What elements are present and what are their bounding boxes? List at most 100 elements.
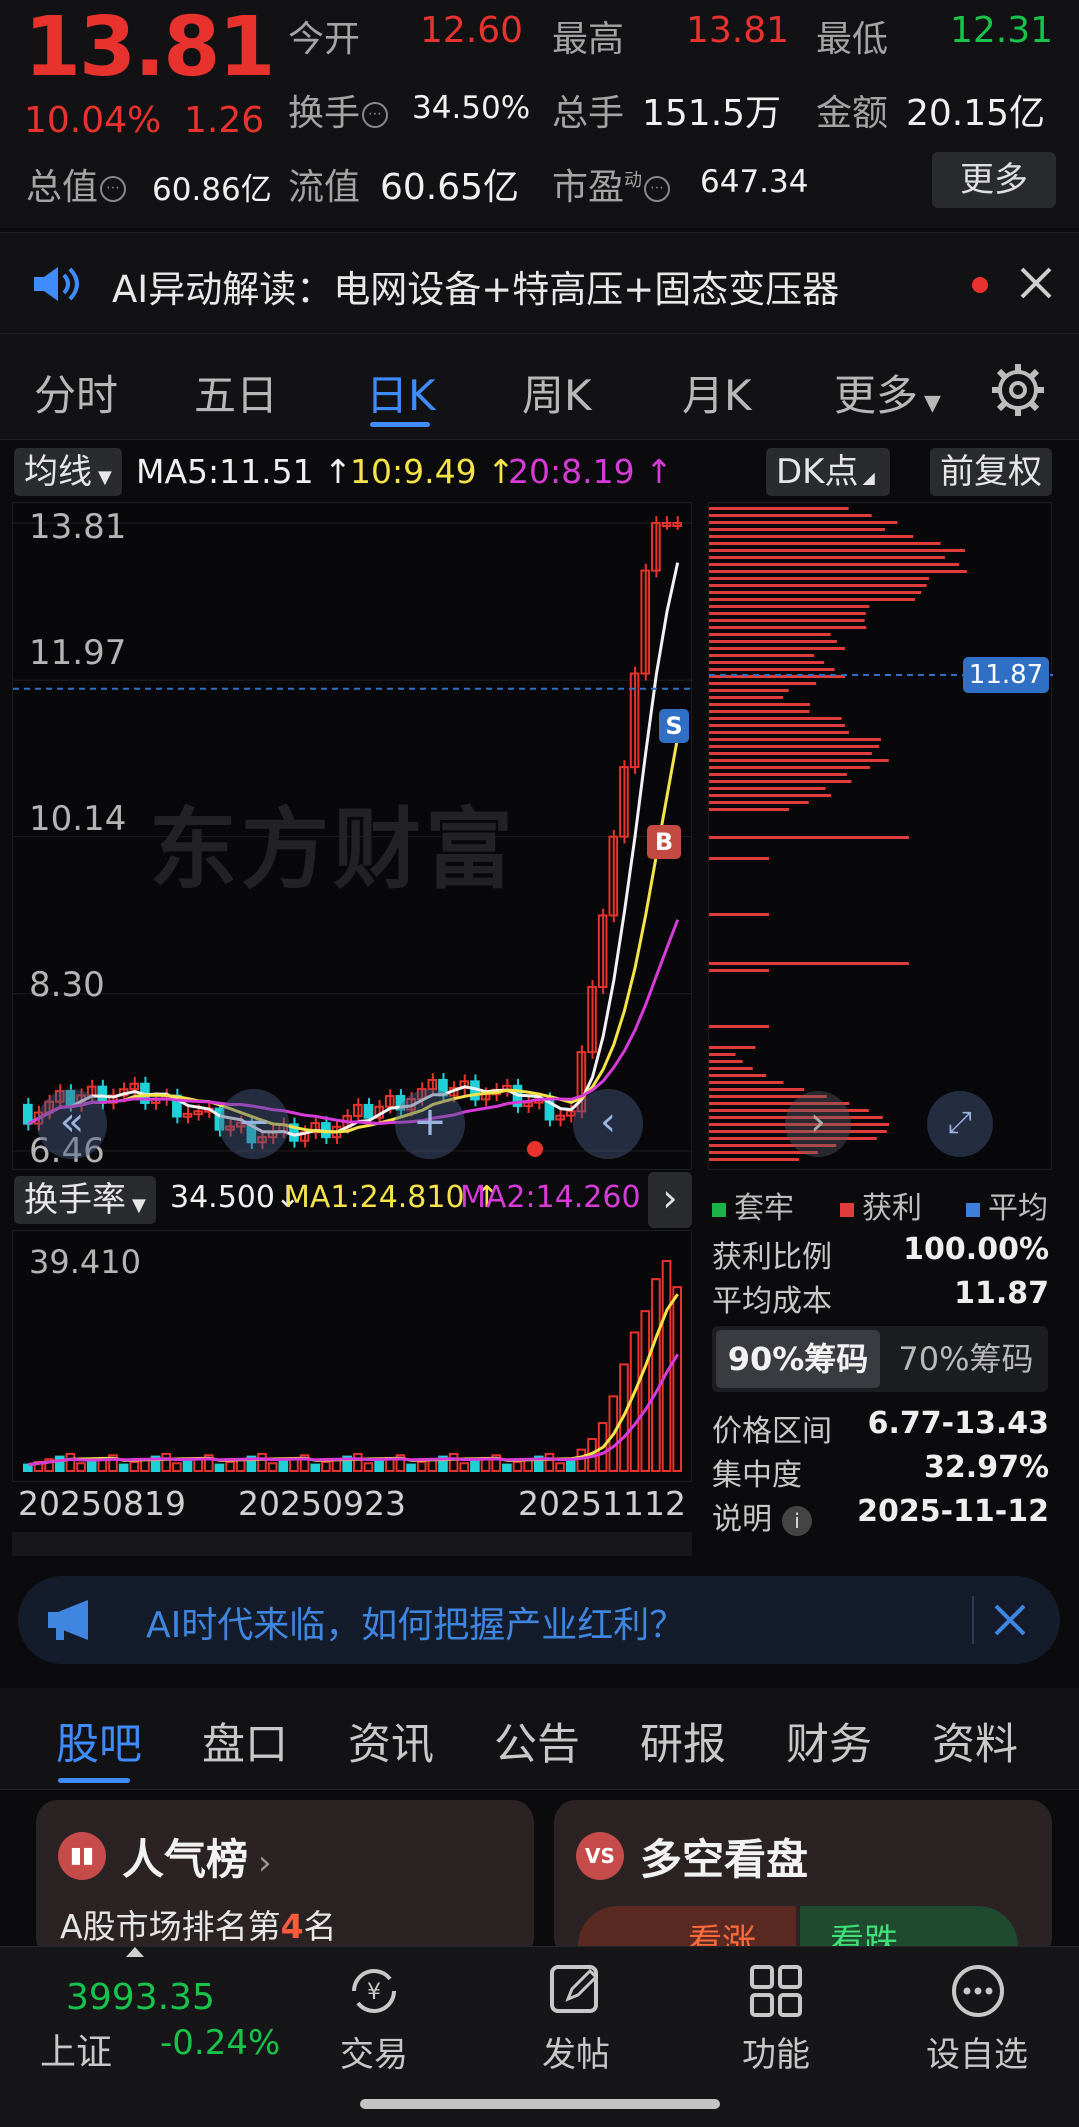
adjust-select[interactable]: 前复权 xyxy=(930,448,1052,496)
tab-pankou[interactable]: 盘口 xyxy=(202,1710,288,1772)
kline-chart[interactable]: 东方财富 13.81 11.97 10.14 8.30 6.46 S B « −… xyxy=(12,502,693,1171)
nav-trade[interactable]: 交易 xyxy=(340,2027,408,2076)
chip-bar xyxy=(709,661,825,664)
expand-icon[interactable]: ⤢ xyxy=(927,1091,993,1157)
y-max-label: 39.410 xyxy=(29,1243,141,1281)
tab-weekly-k[interactable]: 周K xyxy=(522,362,592,423)
turnover-bar xyxy=(129,1460,140,1473)
chevron-right-icon[interactable]: › xyxy=(648,1172,692,1228)
index-value[interactable]: 3993.35 xyxy=(66,1977,215,2018)
divider xyxy=(972,1596,974,1644)
post-icon[interactable] xyxy=(546,1961,606,2021)
y-label: 13.81 xyxy=(29,507,127,547)
open-label: 今开 xyxy=(288,19,361,60)
info-dots-icon[interactable]: ⋯ xyxy=(362,102,389,128)
legend-profit: 获利 xyxy=(840,1183,922,1227)
tab-research[interactable]: 研报 xyxy=(640,1710,726,1772)
longshort-card[interactable]: VS 多空看盘 看涨 看跌 xyxy=(554,1800,1052,1960)
tab-guba[interactable]: 股吧 xyxy=(56,1710,142,1772)
bottom-nav: 3993.35 上证 -0.24% ¥ 交易 发帖 功能 设自选 xyxy=(0,1946,1079,2127)
info-dots-icon[interactable]: ⋯ xyxy=(644,176,671,202)
tab-news[interactable]: 资讯 xyxy=(348,1710,434,1772)
close-icon[interactable] xyxy=(992,1602,1028,1638)
y-label: 10.14 xyxy=(29,799,127,839)
turnover-chart[interactable]: 39.410 xyxy=(12,1230,692,1482)
chip-bar xyxy=(709,1158,800,1161)
turnover-bar xyxy=(416,1460,427,1473)
tab-more[interactable]: 更多 ▼ xyxy=(834,362,941,423)
chevron-right-icon[interactable]: › xyxy=(785,1091,851,1157)
high-value: 13.81 xyxy=(686,10,790,51)
nav-add-watchlist[interactable]: 设自选 xyxy=(926,2027,1028,2076)
chip-bar xyxy=(709,591,922,594)
chip-bar xyxy=(709,542,941,545)
price-range-label: 价格区间 xyxy=(712,1414,832,1449)
zoom-in-button[interactable]: + xyxy=(395,1089,465,1159)
chip-70-button[interactable]: 70%筹码 xyxy=(888,1330,1044,1388)
nav-post[interactable]: 发帖 xyxy=(542,2027,610,2076)
turnover-bar xyxy=(565,1459,576,1473)
turnover-label[interactable]: 换手 ⋯ xyxy=(288,84,389,136)
gear-icon[interactable] xyxy=(990,362,1046,418)
grid-apps-icon[interactable] xyxy=(746,1961,806,2021)
buy-marker[interactable]: B xyxy=(647,825,681,859)
chip-bar xyxy=(709,1088,805,1091)
ai-analysis-bar[interactable]: AI异动解读：电网设备+特高压+固态变压器 xyxy=(0,232,1079,334)
scroll-left-button[interactable]: ‹ xyxy=(573,1089,643,1159)
megaphone-icon xyxy=(48,1600,88,1640)
nav-function[interactable]: 功能 xyxy=(742,2027,810,2076)
tab-announcement[interactable]: 公告 xyxy=(494,1710,580,1772)
index-change: -0.24% xyxy=(160,2023,281,2063)
chip-distribution[interactable]: 11.87 › ⤢ xyxy=(708,502,1053,1170)
avg-cost-value: 11.87 xyxy=(954,1276,1049,1311)
index-name[interactable]: 上证 xyxy=(40,2023,112,2075)
ma20-value: 20:8.19 ↑ xyxy=(508,452,673,491)
tab-profile[interactable]: 资料 xyxy=(932,1710,1018,1772)
turnover-select[interactable]: 换手率 ▼ xyxy=(14,1176,156,1224)
candle xyxy=(363,1103,374,1119)
watermark: 东方财富 xyxy=(149,798,518,901)
chip-90-button[interactable]: 90%筹码 xyxy=(716,1330,880,1388)
chip-bar xyxy=(709,528,885,531)
chip-bar xyxy=(709,1067,753,1070)
tab-finance[interactable]: 财务 xyxy=(786,1710,872,1772)
chip-bar xyxy=(709,514,872,517)
turnover-ma-line xyxy=(28,1293,679,1467)
note-label[interactable]: 说明 i xyxy=(712,1494,812,1538)
info-icon[interactable]: i xyxy=(782,1505,812,1536)
turnover-bar xyxy=(406,1463,416,1472)
turnover-bar xyxy=(278,1459,289,1473)
more-quote-button[interactable]: 更多 xyxy=(932,152,1056,208)
info-dots-icon[interactable]: ⋯ xyxy=(100,176,127,202)
turnover-bar xyxy=(214,1463,225,1472)
amount-value: 20.15亿 xyxy=(906,93,1046,134)
legend-average: 平均 xyxy=(966,1183,1048,1227)
legend-swatch xyxy=(840,1202,854,1217)
ai-era-banner[interactable]: AI时代来临，如何把握产业红利？ xyxy=(18,1576,1060,1664)
more-dots-icon[interactable] xyxy=(948,1961,1008,2021)
chip-bar xyxy=(709,549,966,552)
tab-daily-k[interactable]: 日K xyxy=(366,362,436,423)
tab-five-day[interactable]: 五日 xyxy=(194,362,278,423)
zoom-out-button[interactable]: − xyxy=(219,1089,289,1159)
chip-bar xyxy=(709,724,846,727)
content-tabs: 股吧 盘口 资讯 公告 研报 财务 资料 xyxy=(0,1688,1079,1790)
profit-ratio-value: 100.00% xyxy=(903,1232,1049,1267)
chip-bar xyxy=(709,570,967,573)
tab-monthly-k[interactable]: 月K xyxy=(682,362,752,423)
chip-bar xyxy=(709,521,898,524)
tab-intraday[interactable]: 分时 xyxy=(34,362,118,423)
pe-label[interactable]: 市盈动 ⋯ xyxy=(552,158,671,210)
popularity-card[interactable]: ▮▮ 人气榜 › A股市场排名第4名 xyxy=(36,1800,534,1960)
sell-marker[interactable]: S xyxy=(659,709,689,743)
mktcap-label[interactable]: 总值 ⋯ xyxy=(26,158,127,210)
scroll-left-fast-button[interactable]: « xyxy=(37,1089,107,1159)
dk-point-select[interactable]: DK点 ◢ xyxy=(766,448,890,496)
close-icon[interactable] xyxy=(1018,265,1054,301)
chip-bar xyxy=(709,619,865,622)
turnover-bar xyxy=(459,1462,470,1472)
trade-icon[interactable]: ¥ xyxy=(344,1961,404,2021)
ma-select[interactable]: 均线 ▼ xyxy=(14,448,122,496)
caret-down-icon: ▼ xyxy=(132,1195,146,1216)
turnover-bar xyxy=(544,1452,555,1472)
